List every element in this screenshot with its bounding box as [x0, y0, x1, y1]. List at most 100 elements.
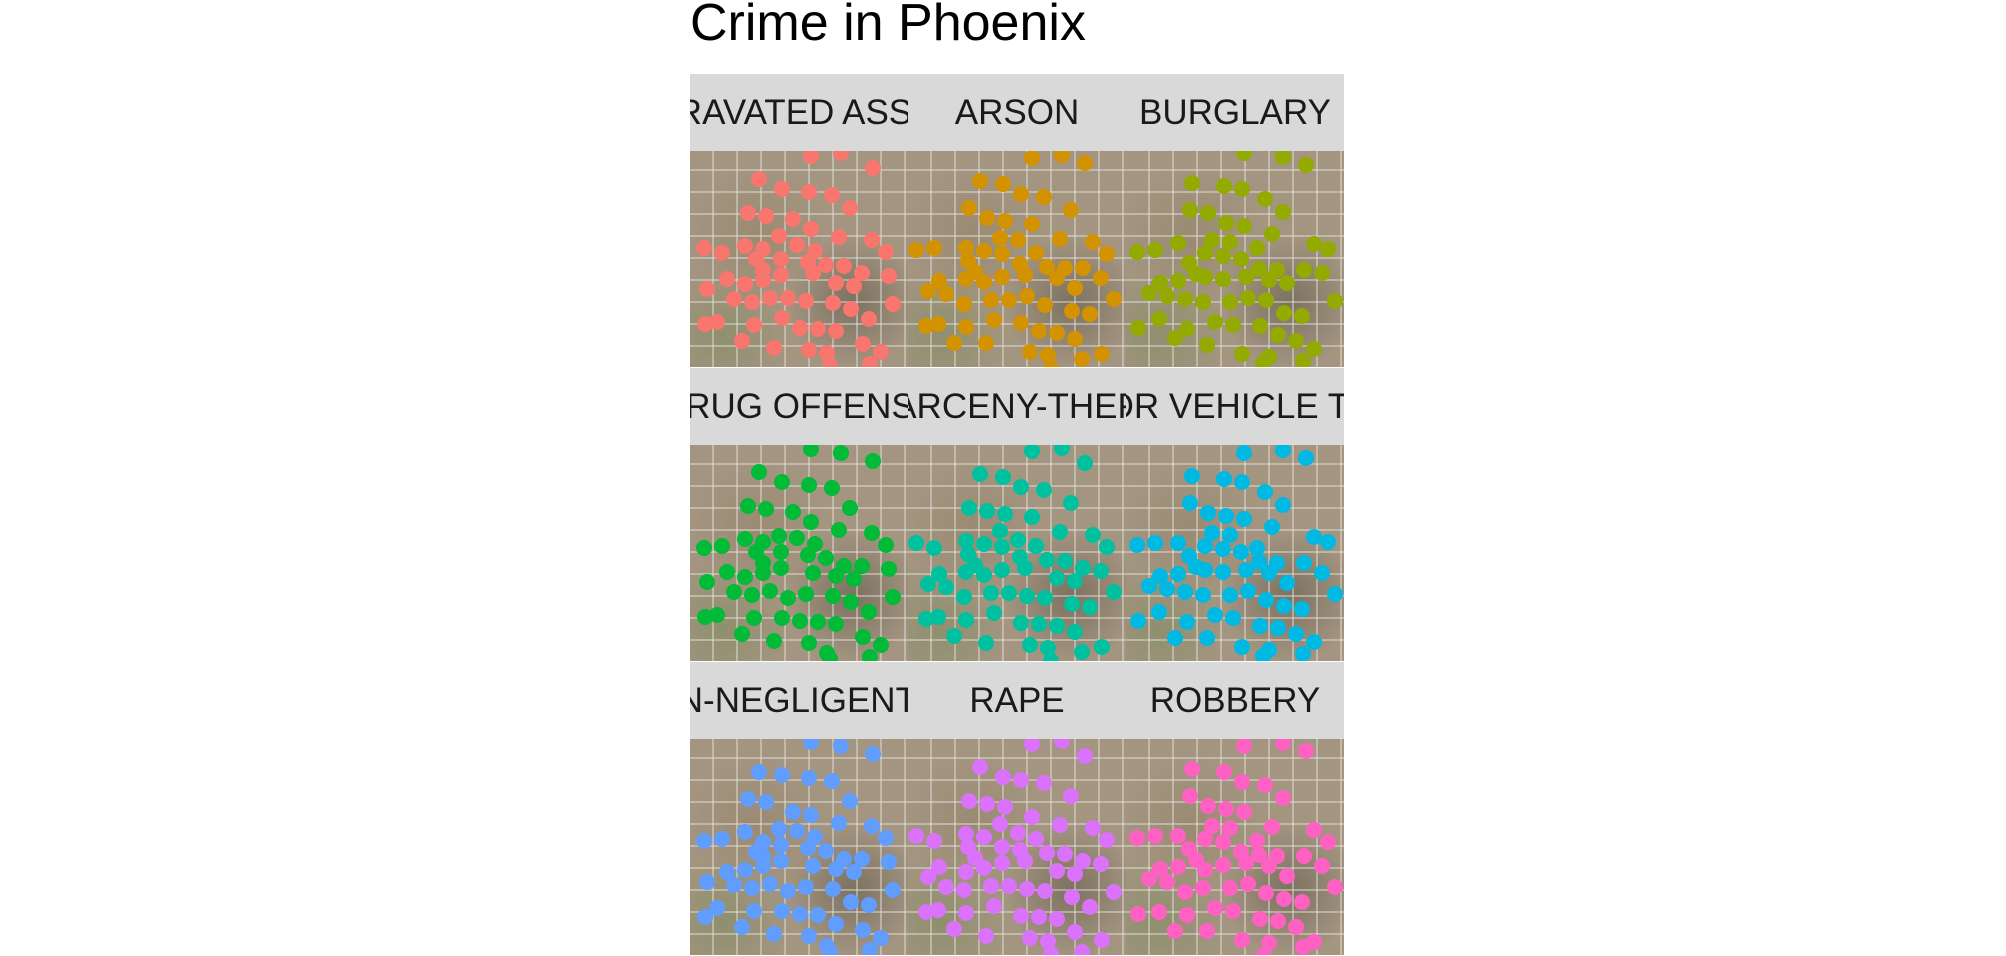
crime-point: [773, 267, 789, 283]
crime-point: [726, 877, 742, 893]
crime-point: [1199, 923, 1215, 939]
crime-point: [825, 588, 841, 604]
crime-point: [1295, 353, 1311, 367]
crime-point: [714, 538, 730, 554]
crime-point: [908, 828, 924, 844]
map-title: Crime in Phoenix: [690, 0, 1086, 52]
satellite-map: [1126, 151, 1344, 367]
crime-point: [1049, 911, 1065, 927]
crime-point: [774, 181, 790, 197]
crime-point: [828, 323, 844, 339]
crime-point: [1052, 817, 1068, 833]
crime-point: [1057, 553, 1073, 569]
crime-point: [1106, 584, 1122, 600]
crime-point: [861, 897, 877, 913]
crime-point: [972, 173, 988, 189]
crime-point: [873, 930, 889, 946]
crime-point: [1314, 565, 1330, 581]
crime-point: [1236, 218, 1252, 234]
crime-point: [828, 861, 844, 877]
crime-point: [1077, 748, 1093, 764]
crime-point: [1170, 828, 1186, 844]
crime-point: [1296, 262, 1312, 278]
crime-point: [978, 928, 994, 944]
crime-point: [1049, 863, 1065, 879]
crime-point: [1129, 537, 1145, 553]
crime-point: [1052, 524, 1068, 540]
crime-point: [995, 769, 1011, 785]
crime-point: [878, 830, 894, 846]
crime-point: [726, 291, 742, 307]
crime-point: [1001, 292, 1017, 308]
crime-point: [810, 614, 826, 630]
crime-points: [908, 151, 1122, 367]
crime-point: [734, 333, 750, 349]
crime-point: [798, 293, 814, 309]
crime-point: [1275, 790, 1291, 806]
crime-point: [972, 466, 988, 482]
crime-point: [697, 316, 713, 332]
crime-point: [1276, 598, 1292, 614]
crime-point: [803, 221, 819, 237]
crime-point: [762, 583, 778, 599]
crime-point: [855, 629, 871, 645]
crime-point: [1182, 495, 1198, 511]
crime-point: [1013, 315, 1029, 331]
crime-point: [864, 525, 880, 541]
crime-point: [918, 904, 934, 920]
crime-point: [842, 200, 858, 216]
crime-point: [792, 613, 808, 629]
crime-point: [771, 228, 787, 244]
crime-point: [1320, 834, 1336, 850]
crime-point: [1075, 260, 1091, 276]
crime-point: [1249, 540, 1265, 556]
crime-point: [1129, 830, 1145, 846]
crime-point: [773, 560, 789, 576]
crime-point: [1064, 889, 1080, 905]
crime-point: [1159, 581, 1175, 597]
crime-point: [803, 445, 819, 457]
facet-strip: LARCENY-THEFT: [908, 368, 1126, 445]
crime-point: [1082, 599, 1098, 615]
crime-point: [1001, 878, 1017, 894]
crime-point: [696, 540, 712, 556]
crime-point: [1257, 484, 1273, 500]
crime-point: [1225, 317, 1241, 333]
crime-point: [926, 540, 942, 556]
crime-point: [740, 791, 756, 807]
crime-point: [1320, 241, 1336, 257]
crime-point: [1276, 305, 1292, 321]
crime-point: [846, 571, 862, 587]
crime-point: [748, 544, 764, 560]
crime-point: [938, 579, 954, 595]
crime-point: [1207, 314, 1223, 330]
crime-point: [1216, 764, 1232, 780]
crime-point: [805, 265, 821, 281]
facet-strip-label: LARCENY-THEFT: [908, 387, 1126, 426]
crime-point: [1296, 555, 1312, 571]
crime-point: [1106, 884, 1122, 900]
satellite-map: [908, 445, 1126, 661]
crime-point: [1181, 841, 1197, 857]
crime-point: [1258, 885, 1274, 901]
crime-point: [1236, 804, 1252, 820]
crime-point: [1234, 181, 1250, 197]
crime-point: [1225, 903, 1241, 919]
facet-grid: AGGRAVATED ASSAULT ARSON BURGLARY DRUG O…: [690, 74, 1344, 956]
crime-point: [1099, 539, 1115, 555]
crime-point: [737, 862, 753, 878]
crime-point: [1037, 590, 1053, 606]
crime-point: [719, 564, 735, 580]
crime-point: [861, 311, 877, 327]
crime-point: [1159, 874, 1175, 890]
crime-point: [803, 807, 819, 823]
crime-point: [746, 903, 762, 919]
crime-point: [771, 821, 787, 837]
crime-point: [1022, 930, 1038, 946]
crime-point: [1024, 151, 1040, 166]
facet-strip: DRUG OFFENSE: [690, 368, 908, 445]
satellite-map: [908, 739, 1126, 955]
crime-point: [824, 187, 840, 203]
crime-point: [983, 878, 999, 894]
crime-point: [986, 898, 1002, 914]
